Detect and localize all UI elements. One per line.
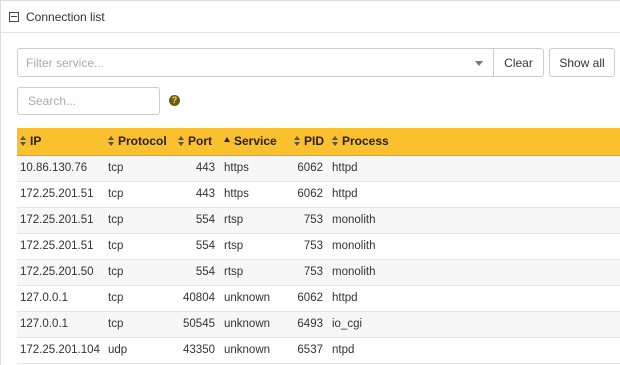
panel-header: Connection list <box>1 1 620 33</box>
cell-port: 443 <box>175 181 221 208</box>
cell-protocol: tcp <box>105 155 175 182</box>
table-row: 172.25.201.51 tcp 443 https 6062 httpd <box>17 181 620 208</box>
cell-pid: 753 <box>291 207 329 234</box>
cell-port: 554 <box>175 207 221 234</box>
cell-ip: 10.86.130.76 <box>17 155 105 182</box>
help-icon[interactable]: ? <box>169 95 180 106</box>
column-header-port[interactable]: Port <box>175 128 221 156</box>
cell-service: unknown <box>221 285 291 312</box>
table-row: 127.0.0.1 tcp 50545 unknown 6493 io_cgi <box>17 311 620 338</box>
cell-service: rtsp <box>221 233 291 260</box>
cell-service: https <box>221 181 291 208</box>
cell-ip: 172.25.201.51 <box>17 233 105 260</box>
cell-process: httpd <box>329 181 620 208</box>
cell-protocol: udp <box>105 337 175 364</box>
cell-pid: 6537 <box>291 337 329 364</box>
connection-list-panel: Connection list Filter service... Clear … <box>0 0 620 365</box>
filter-service-select[interactable]: Filter service... <box>17 48 494 77</box>
column-header-protocol[interactable]: Protocol <box>105 128 175 156</box>
cell-pid: 6062 <box>291 155 329 182</box>
cell-pid: 753 <box>291 259 329 286</box>
cell-ip: 127.0.0.1 <box>17 311 105 338</box>
cell-process: monolith <box>329 233 620 260</box>
sort-icon <box>332 136 339 147</box>
table-row: 172.25.201.51 tcp 554 rtsp 753 monolith <box>17 207 620 234</box>
cell-process: ntpd <box>329 337 620 364</box>
connection-table: IP Protocol Port Service PID Process 10.… <box>17 128 620 364</box>
panel-title: Connection list <box>26 9 105 24</box>
cell-service: unknown <box>221 337 291 364</box>
cell-service: rtsp <box>221 207 291 234</box>
table-row: 172.25.201.51 tcp 554 rtsp 753 monolith <box>17 233 620 260</box>
cell-process: io_cgi <box>329 311 620 338</box>
sort-icon <box>108 136 115 147</box>
cell-service: rtsp <box>221 259 291 286</box>
table-row: 172.25.201.104 udp 43350 unknown 6537 nt… <box>17 337 620 364</box>
table-row: 10.86.130.76 tcp 443 https 6062 httpd <box>17 155 620 182</box>
cell-pid: 753 <box>291 233 329 260</box>
cell-process: httpd <box>329 155 620 182</box>
cell-port: 443 <box>175 155 221 182</box>
cell-protocol: tcp <box>105 181 175 208</box>
cell-ip: 172.25.201.104 <box>17 337 105 364</box>
cell-pid: 6062 <box>291 181 329 208</box>
cell-service: https <box>221 155 291 182</box>
collapse-icon[interactable] <box>9 11 19 22</box>
column-header-ip[interactable]: IP <box>17 128 105 156</box>
filter-service-placeholder: Filter service... <box>26 55 105 70</box>
clear-button[interactable]: Clear <box>493 48 544 77</box>
cell-process: monolith <box>329 259 620 286</box>
cell-port: 43350 <box>175 337 221 364</box>
column-header-process[interactable]: Process <box>329 128 620 156</box>
sort-asc-icon <box>224 137 231 145</box>
cell-port: 50545 <box>175 311 221 338</box>
cell-process: monolith <box>329 207 620 234</box>
table-header-row: IP Protocol Port Service PID Process <box>17 128 620 156</box>
sort-icon <box>178 136 185 147</box>
column-header-service[interactable]: Service <box>221 128 291 156</box>
cell-pid: 6062 <box>291 285 329 312</box>
cell-ip: 172.25.201.51 <box>17 207 105 234</box>
table-row: 127.0.0.1 tcp 40804 unknown 6062 httpd <box>17 285 620 312</box>
cell-port: 554 <box>175 259 221 286</box>
cell-port: 40804 <box>175 285 221 312</box>
chevron-down-icon <box>475 61 483 66</box>
search-input[interactable] <box>17 87 160 115</box>
cell-process: httpd <box>329 285 620 312</box>
cell-protocol: tcp <box>105 207 175 234</box>
show-all-button[interactable]: Show all <box>549 48 615 77</box>
cell-ip: 172.25.201.50 <box>17 259 105 286</box>
cell-protocol: tcp <box>105 233 175 260</box>
column-header-pid[interactable]: PID <box>291 128 329 156</box>
cell-ip: 172.25.201.51 <box>17 181 105 208</box>
cell-protocol: tcp <box>105 285 175 312</box>
cell-protocol: tcp <box>105 311 175 338</box>
cell-port: 554 <box>175 233 221 260</box>
cell-service: unknown <box>221 311 291 338</box>
cell-pid: 6493 <box>291 311 329 338</box>
sort-icon <box>294 136 301 147</box>
sort-icon <box>20 136 27 147</box>
table-row: 172.25.201.50 tcp 554 rtsp 753 monolith <box>17 259 620 286</box>
cell-protocol: tcp <box>105 259 175 286</box>
cell-ip: 127.0.0.1 <box>17 285 105 312</box>
